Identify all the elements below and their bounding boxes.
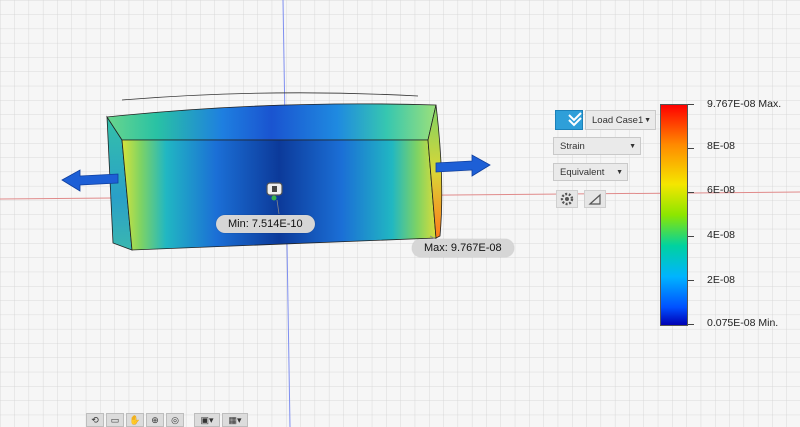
legend-tick-label: 6E-08 bbox=[707, 184, 736, 196]
result-type-label: Strain bbox=[560, 141, 585, 152]
load-case-dropdown[interactable]: Load Case1 ▼ bbox=[585, 110, 656, 130]
legend-tick bbox=[688, 236, 694, 237]
chevron-down-icon: ▼ bbox=[616, 169, 623, 176]
legend-tick bbox=[688, 104, 694, 105]
component-label: Equivalent bbox=[560, 167, 605, 178]
probe-button[interactable] bbox=[584, 190, 606, 208]
display-settings-icon[interactable]: ▣▾ bbox=[194, 413, 220, 427]
legend-tick bbox=[688, 324, 694, 325]
gear-icon bbox=[560, 192, 574, 206]
legend-tick-label: 2E-08 bbox=[707, 274, 736, 286]
legend-tick bbox=[688, 280, 694, 281]
settings-button[interactable] bbox=[556, 190, 578, 208]
chevron-down-icon: ▼ bbox=[629, 143, 636, 150]
zoom-icon[interactable]: ⊕ bbox=[146, 413, 164, 427]
load-case-check-button[interactable] bbox=[555, 110, 583, 130]
orbit-icon[interactable]: ⟲ bbox=[86, 413, 104, 427]
pan-icon[interactable]: ✋ bbox=[126, 413, 144, 427]
legend-tick bbox=[688, 192, 694, 193]
min-value-tag[interactable]: Min: 7.514E-10 bbox=[216, 215, 315, 233]
component-dropdown[interactable]: Equivalent ▼ bbox=[553, 163, 628, 181]
probe-icon bbox=[588, 193, 601, 205]
legend-max-label: 9.767E-08 Max. bbox=[707, 98, 782, 110]
chevron-down-icon: ▼ bbox=[644, 117, 651, 124]
load-case-label: Load Case1 bbox=[592, 115, 644, 126]
legend-tick-label: 4E-08 bbox=[707, 229, 736, 241]
color-legend-bar bbox=[660, 104, 688, 326]
legend-tick-label: 8E-08 bbox=[707, 140, 736, 152]
result-type-dropdown[interactable]: Strain ▼ bbox=[553, 137, 641, 155]
navigation-bar: ⟲ ▭ ✋ ⊕ ◎ ▣▾ ▦▾ bbox=[86, 413, 248, 427]
fit-icon[interactable]: ◎ bbox=[166, 413, 184, 427]
legend-min-label: 0.075E-08 Min. bbox=[707, 317, 779, 329]
max-value-tag[interactable]: Max: 9.767E-08 bbox=[412, 239, 514, 257]
look-at-icon[interactable]: ▭ bbox=[106, 413, 124, 427]
grid-settings-icon[interactable]: ▦▾ bbox=[222, 413, 248, 427]
legend-tick bbox=[688, 148, 694, 149]
